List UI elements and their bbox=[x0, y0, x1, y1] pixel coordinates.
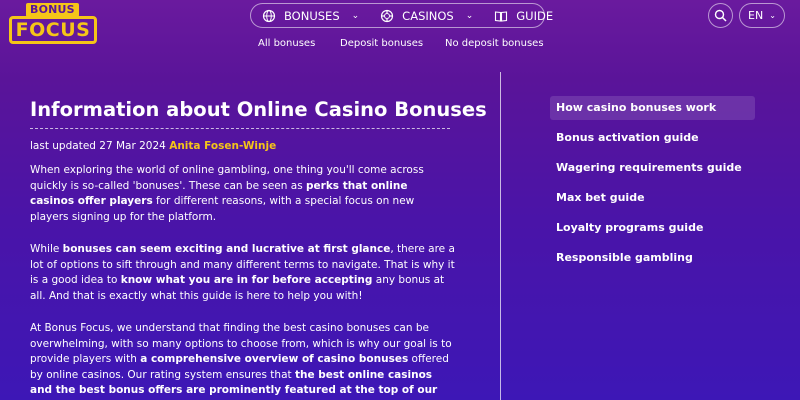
nav-casinos[interactable]: CASINOS ⌄ bbox=[369, 4, 483, 27]
third-paragraph: At Bonus Focus, we understand that findi… bbox=[30, 321, 455, 400]
table-of-contents: How casino bonuses work Bonus activation… bbox=[550, 96, 755, 276]
toc-item-responsible-gambling[interactable]: Responsible gambling bbox=[550, 246, 755, 270]
main-nav: BONUSES ⌄ CASINOS ⌄ GUIDE bbox=[250, 3, 553, 28]
chevron-down-icon: ⌄ bbox=[351, 10, 360, 21]
article: Information about Online Casino Bonuses … bbox=[30, 98, 487, 400]
subnav-deposit-bonuses[interactable]: Deposit bonuses bbox=[340, 38, 423, 49]
toc-item-wagering-requirements-guide[interactable]: Wagering requirements guide bbox=[550, 156, 755, 180]
book-icon bbox=[495, 10, 508, 22]
site-header: BONUS FOCUS BONUSES ⌄ CASINOS ⌄ GUIDE Al… bbox=[0, 0, 800, 60]
chevron-down-icon: ⌄ bbox=[465, 10, 474, 21]
search-icon bbox=[714, 9, 727, 22]
bold-span: know what you are in for before acceptin… bbox=[120, 274, 373, 286]
language-selector[interactable]: EN ⌄ bbox=[739, 3, 785, 28]
chip-icon bbox=[381, 9, 394, 22]
last-updated: last updated 27 Mar 2024 bbox=[30, 140, 166, 152]
subnav-all-bonuses[interactable]: All bonuses bbox=[258, 38, 315, 49]
search-button[interactable] bbox=[708, 3, 733, 28]
bold-span: a comprehensive overview of casino bonus… bbox=[140, 353, 409, 365]
second-paragraph: While bonuses can seem exciting and lucr… bbox=[30, 242, 455, 304]
article-meta: last updated 27 Mar 2024 Anita Fosen-Win… bbox=[30, 139, 455, 153]
nav-guide-label: GUIDE bbox=[516, 8, 554, 23]
subnav-no-deposit-bonuses[interactable]: No deposit bonuses bbox=[445, 38, 544, 49]
toc-item-loyalty-programs-guide[interactable]: Loyalty programs guide bbox=[550, 216, 755, 240]
nav-guide[interactable]: GUIDE bbox=[483, 4, 553, 27]
toc-item-max-bet-guide[interactable]: Max bet guide bbox=[550, 186, 755, 210]
intro-paragraph: When exploring the world of online gambl… bbox=[30, 163, 455, 225]
bold-span: bonuses can seem exciting and lucrative … bbox=[62, 243, 391, 255]
column-divider bbox=[500, 72, 501, 400]
logo-top-text: BONUS bbox=[26, 3, 79, 17]
nav-bonuses[interactable]: BONUSES ⌄ bbox=[251, 4, 369, 27]
toc-item-bonus-activation-guide[interactable]: Bonus activation guide bbox=[550, 126, 755, 150]
chevron-down-icon: ⌄ bbox=[769, 11, 776, 20]
toc-item-how-casino-bonuses-work[interactable]: How casino bonuses work bbox=[550, 96, 755, 120]
nav-bonuses-label: BONUSES bbox=[284, 8, 340, 23]
logo-bottom-text: FOCUS bbox=[9, 16, 97, 44]
text-span: While bbox=[30, 243, 63, 255]
nav-casinos-label: CASINOS bbox=[402, 8, 454, 23]
author-link[interactable]: Anita Fosen-Winje bbox=[169, 140, 276, 152]
page-title: Information about Online Casino Bonuses bbox=[30, 98, 487, 129]
bonus-focus-logo[interactable]: BONUS FOCUS bbox=[9, 3, 101, 44]
globe-icon bbox=[262, 9, 276, 22]
language-label: EN bbox=[748, 9, 764, 22]
